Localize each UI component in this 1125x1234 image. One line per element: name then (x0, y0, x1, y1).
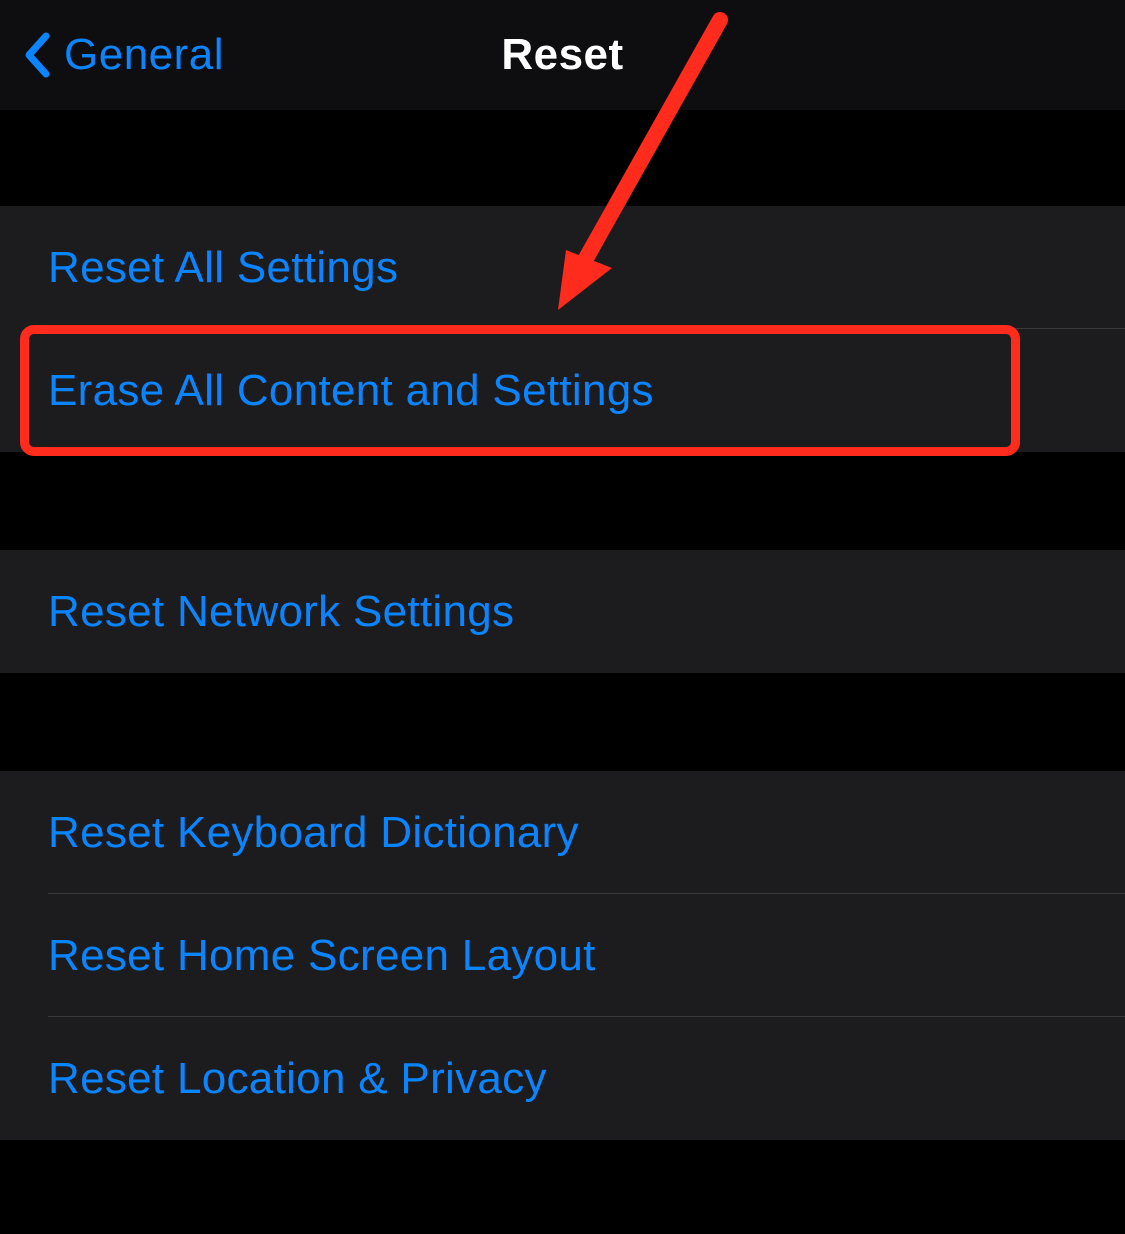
list-item-label: Reset Home Screen Layout (48, 931, 596, 981)
section-spacer (0, 673, 1125, 771)
back-label: General (64, 30, 224, 80)
section-spacer (0, 452, 1125, 550)
settings-group: Reset Keyboard Dictionary Reset Home Scr… (0, 771, 1125, 1140)
erase-all-content-item[interactable]: Erase All Content and Settings (0, 329, 1125, 452)
reset-all-settings-item[interactable]: Reset All Settings (0, 206, 1125, 329)
reset-network-item[interactable]: Reset Network Settings (0, 550, 1125, 673)
page-title: Reset (501, 30, 623, 80)
reset-location-privacy-item[interactable]: Reset Location & Privacy (0, 1017, 1125, 1140)
chevron-left-icon (22, 30, 52, 80)
nav-bar: General Reset (0, 0, 1125, 110)
reset-home-screen-item[interactable]: Reset Home Screen Layout (0, 894, 1125, 1017)
list-item-label: Reset Keyboard Dictionary (48, 808, 579, 858)
settings-group: Reset Network Settings (0, 550, 1125, 673)
back-button[interactable]: General (0, 30, 224, 80)
reset-keyboard-item[interactable]: Reset Keyboard Dictionary (0, 771, 1125, 894)
settings-group: Reset All Settings Erase All Content and… (0, 206, 1125, 452)
list-item-label: Erase All Content and Settings (48, 366, 654, 416)
list-item-label: Reset All Settings (48, 243, 398, 293)
list-item-label: Reset Network Settings (48, 587, 514, 637)
section-spacer (0, 110, 1125, 206)
list-item-label: Reset Location & Privacy (48, 1054, 547, 1104)
